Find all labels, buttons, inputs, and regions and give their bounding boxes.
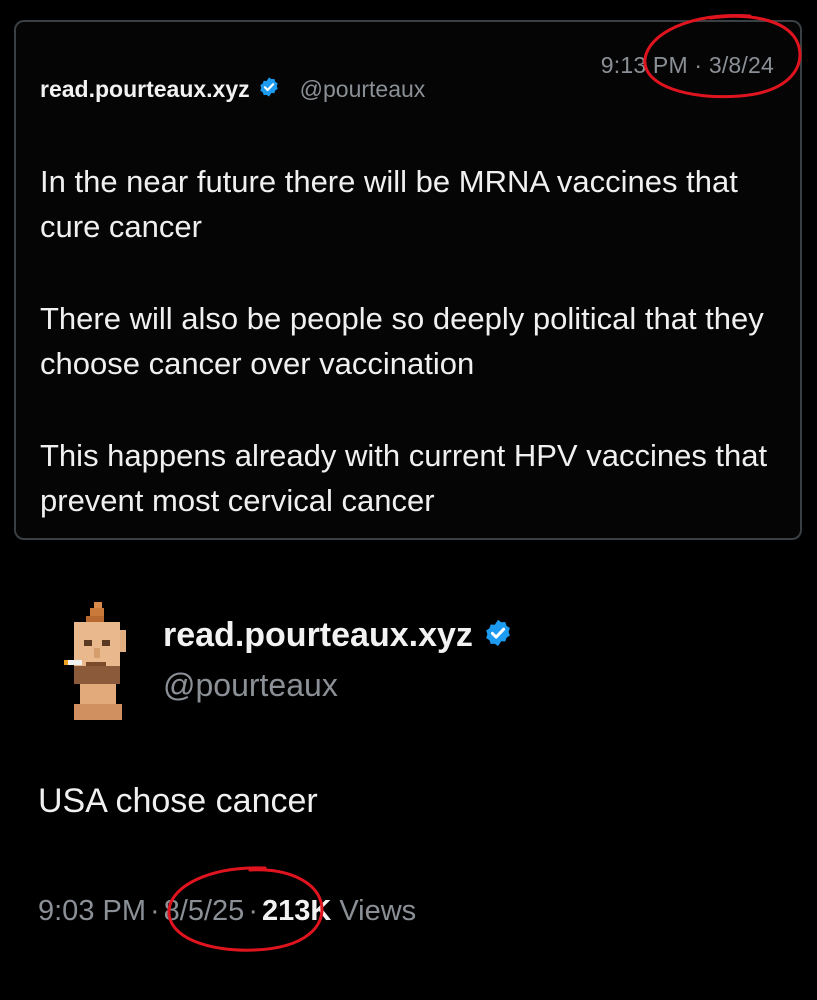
verified-badge-icon <box>258 76 280 103</box>
main-tweet-handle[interactable]: @pourteaux <box>163 667 338 704</box>
quoted-tweet-paragraph: In the near future there will be MRNA va… <box>40 164 738 244</box>
views-label: Views <box>339 895 417 927</box>
quoted-tweet-body: In the near future there will be MRNA va… <box>40 159 790 523</box>
quoted-tweet-card[interactable]: 9:13 PM · 3/8/24 read.pourteaux.xyz @pou… <box>14 20 802 540</box>
quoted-tweet-display-name[interactable]: read.pourteaux.xyz <box>40 76 250 103</box>
main-tweet-header: read.pourteaux.xyz <box>163 616 513 655</box>
views-count: 213K <box>261 895 332 927</box>
quoted-tweet-paragraph: This happens already with current HPV va… <box>40 438 768 518</box>
main-tweet-time[interactable]: 9:03 PM <box>38 895 146 928</box>
quoted-tweet-header: read.pourteaux.xyz @pourteaux <box>40 76 425 103</box>
main-tweet-display-name[interactable]: read.pourteaux.xyz <box>163 616 473 655</box>
main-tweet-meta: 9:03 PM · 8/5/25 · 213K Views <box>38 895 416 928</box>
quoted-tweet-handle[interactable]: @pourteaux <box>300 76 426 103</box>
quoted-tweet-timestamp[interactable]: 9:13 PM · 3/8/24 <box>601 52 774 79</box>
avatar[interactable] <box>64 600 130 722</box>
meta-separator: · <box>150 895 160 927</box>
page: 9:13 PM · 3/8/24 read.pourteaux.xyz @pou… <box>0 0 817 1000</box>
quoted-tweet-paragraph: There will also be people so deeply poli… <box>40 301 764 381</box>
verified-badge-icon <box>483 618 513 653</box>
main-tweet-text: USA chose cancer <box>38 782 318 820</box>
main-tweet-date[interactable]: 8/5/25 <box>164 895 245 928</box>
meta-separator: · <box>248 895 258 927</box>
